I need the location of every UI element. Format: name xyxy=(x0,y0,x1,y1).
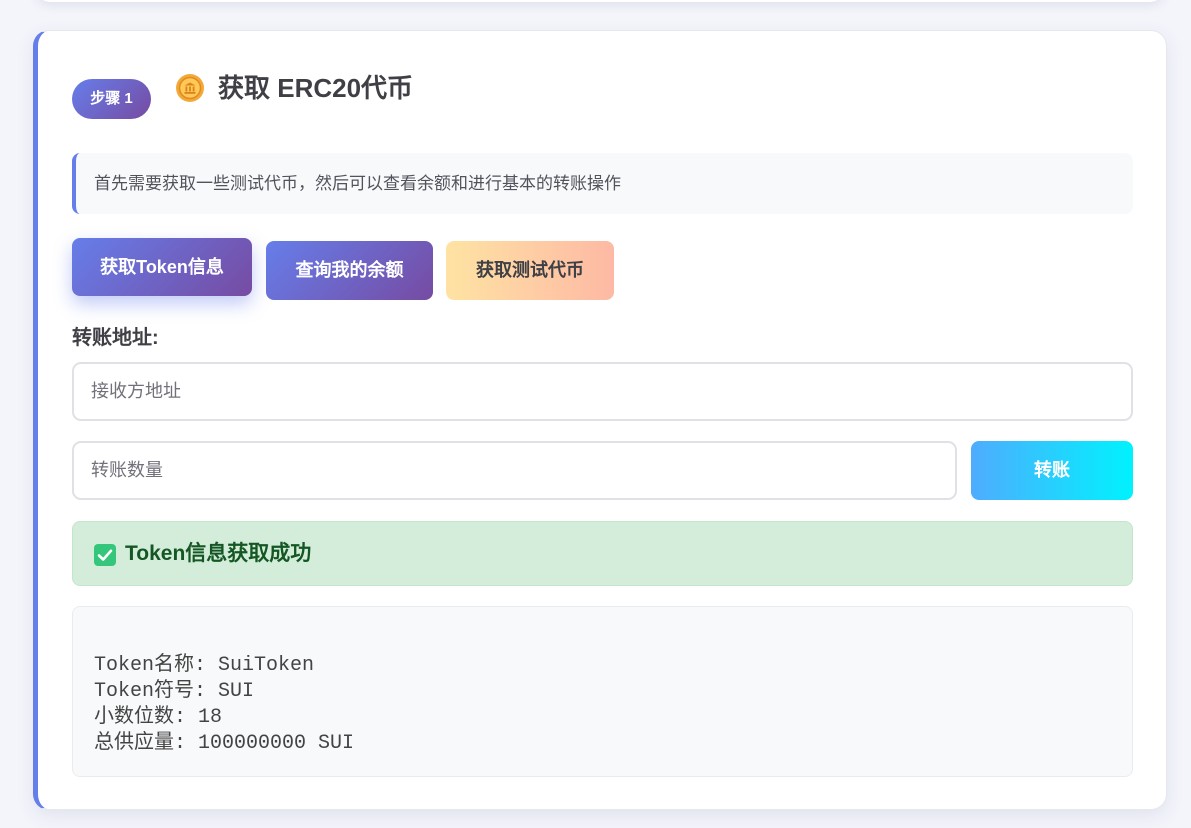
token-decimals-line: 小数位数: 18 xyxy=(94,706,223,729)
section-title: 获取 ERC20代币 xyxy=(218,73,414,103)
check-mark-icon xyxy=(94,544,116,566)
success-message: Token信息获取成功 xyxy=(125,542,312,565)
previous-card xyxy=(36,0,1164,2)
get-token-info-button[interactable]: 获取Token信息 xyxy=(72,238,252,296)
step-badge: 步骤 1 xyxy=(72,79,151,119)
info-box: 首先需要获取一些测试代币，然后可以查看余额和进行基本的转账操作 xyxy=(72,153,1133,214)
token-supply-line: 总供应量: 100000000 SUI xyxy=(94,732,355,755)
transfer-address-label: 转账地址: xyxy=(72,327,159,349)
token-symbol-line: Token符号: SUI xyxy=(94,680,255,703)
token-name-line: Token名称: SuiToken xyxy=(94,654,315,677)
token-info-output: Token名称: SuiToken Token符号: SUI 小数位数: 18 … xyxy=(72,606,1133,777)
transfer-button[interactable]: 转账 xyxy=(971,441,1133,500)
check-balance-button[interactable]: 查询我的余额 xyxy=(266,241,433,300)
get-test-tokens-button[interactable]: 获取测试代币 xyxy=(446,241,614,300)
transfer-amount-input[interactable] xyxy=(72,441,957,500)
coin-icon xyxy=(176,74,204,102)
recipient-address-input[interactable] xyxy=(72,362,1133,421)
success-alert: Token信息获取成功 xyxy=(72,521,1133,586)
